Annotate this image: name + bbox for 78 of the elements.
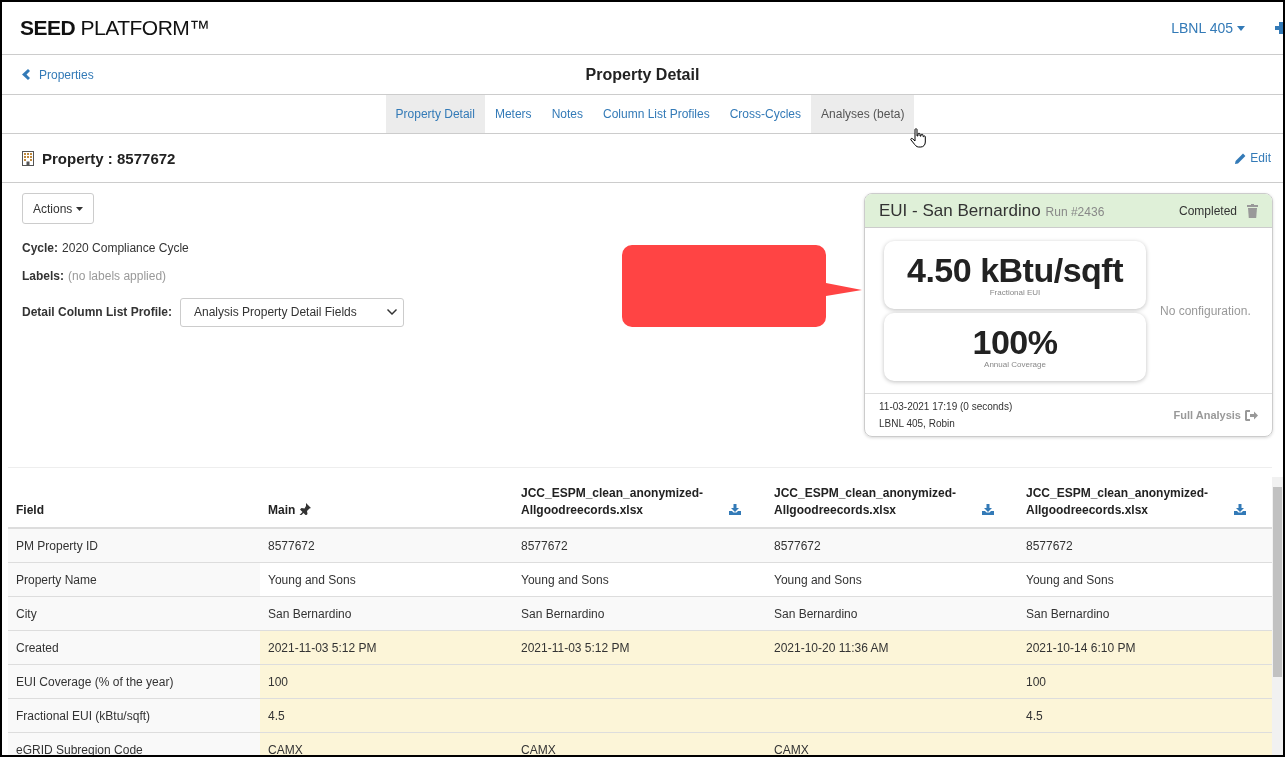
table-cell: San Bernardino <box>766 596 1018 631</box>
column-header: JCC_ESPM_clean_anonymized-Allgoodreecords.xlsx <box>1026 485 1210 519</box>
analysis-title: EUI - San Bernardino <box>879 200 1041 220</box>
table-cell: EUI Coverage (% of the year) <box>8 664 260 699</box>
tab[interactable]: Property Detail <box>385 95 485 133</box>
table-cell: 8577672 <box>766 528 1018 563</box>
table-cell: Property Name <box>8 562 260 597</box>
table-cell: CAMX <box>766 732 1018 755</box>
tab[interactable]: Column List Profiles <box>593 95 720 133</box>
plus-icon[interactable] <box>1275 22 1283 34</box>
table-cell: City <box>8 596 260 631</box>
chevron-down-icon <box>386 309 397 315</box>
table-cell: 2021-10-14 6:10 PM <box>1018 630 1272 665</box>
tab[interactable]: Meters <box>484 95 542 133</box>
run-author: LBNL 405, Robin <box>879 418 956 429</box>
metric-value: 4.50 kBtu/sqft <box>907 252 1123 288</box>
profile-label: Detail Column List Profile: <box>22 305 172 319</box>
trash-icon[interactable] <box>1247 203 1258 218</box>
brand-logo: SEED PLATFORM™ <box>20 16 210 40</box>
table-cell: 8577672 <box>260 528 513 563</box>
configuration-text: No configuration. <box>1160 303 1251 318</box>
status-text: Completed <box>1178 203 1237 218</box>
tab[interactable]: Analyses (beta) <box>811 95 915 133</box>
org-menu[interactable]: LBNL 405 <box>1171 20 1245 36</box>
run-timestamp: 11-03-2021 17:19 (0 seconds) <box>879 401 1013 412</box>
table-cell: 2021-10-20 11:36 AM <box>766 630 1018 665</box>
chevron-left-icon <box>22 69 30 80</box>
table-cell: 100 <box>260 664 513 699</box>
labels-value: (no labels applied) <box>68 269 167 283</box>
actions-button[interactable]: Actions <box>22 193 95 224</box>
column-header: JCC_ESPM_clean_anonymized-Allgoodreecords.xlsx <box>521 485 705 519</box>
scrollbar-thumb[interactable] <box>1273 487 1282 677</box>
pin-icon <box>299 503 312 515</box>
table-cell: CAMX <box>260 732 513 755</box>
tab[interactable]: Notes <box>541 95 593 133</box>
caret-icon <box>1237 25 1245 31</box>
labels-label: Labels: <box>22 269 64 283</box>
column-header: Main <box>268 503 296 517</box>
sign-out-icon <box>1245 409 1258 421</box>
tab[interactable]: Cross-Cycles <box>719 95 812 133</box>
profile-select[interactable]: Analysis Property Detail Fields <box>180 297 404 327</box>
download-icon[interactable] <box>1234 504 1246 515</box>
table-cell: 4.5 <box>1018 698 1272 733</box>
table-cell: PM Property ID <box>8 528 260 563</box>
back-link[interactable]: Properties <box>22 67 94 82</box>
cycle-label: Cycle: <box>22 241 59 255</box>
table-cell: San Bernardino <box>1018 596 1272 631</box>
table-cell: 8577672 <box>513 528 766 563</box>
full-analysis-link[interactable]: Full Analysis <box>1173 409 1258 421</box>
table-cell: San Bernardino <box>513 596 766 631</box>
table-cell: 2021-11-03 5:12 PM <box>260 630 513 665</box>
table-cell: Fractional EUI (kBtu/sqft) <box>8 698 260 733</box>
table-cell: Created <box>8 630 260 665</box>
table-cell: San Bernardino <box>260 596 513 631</box>
edit-link[interactable]: Edit <box>1235 151 1271 165</box>
property-heading: Property : 8577672 <box>42 149 176 167</box>
cycle-value: 2020 Compliance Cycle <box>62 241 189 255</box>
column-header: JCC_ESPM_clean_anonymized-Allgoodreecords.xlsx <box>774 485 958 519</box>
hand-cursor-icon <box>910 128 926 148</box>
building-icon <box>22 150 34 166</box>
table-cell: 100 <box>1018 664 1272 699</box>
table-cell: Young and Sons <box>513 562 766 597</box>
download-icon[interactable] <box>982 504 994 515</box>
metric-value: 100% <box>972 324 1058 360</box>
run-number: Run #2436 <box>1045 204 1105 219</box>
caret-icon <box>76 206 84 211</box>
table-cell: 8577672 <box>1018 528 1272 563</box>
table-cell: 4.5 <box>260 698 513 733</box>
table-cell: Young and Sons <box>766 562 1018 597</box>
table-cell: 2021-11-03 5:12 PM <box>513 630 766 665</box>
page-title: Property Detail <box>585 65 700 83</box>
table-cell: CAMX <box>513 732 766 755</box>
metric-caption: Annual Coverage <box>984 360 1046 369</box>
table-cell: Young and Sons <box>260 562 513 597</box>
metric-caption: Fractional EUI <box>989 288 1041 297</box>
pencil-icon <box>1235 152 1247 164</box>
column-header: Field <box>16 503 44 517</box>
download-icon[interactable] <box>729 504 741 515</box>
